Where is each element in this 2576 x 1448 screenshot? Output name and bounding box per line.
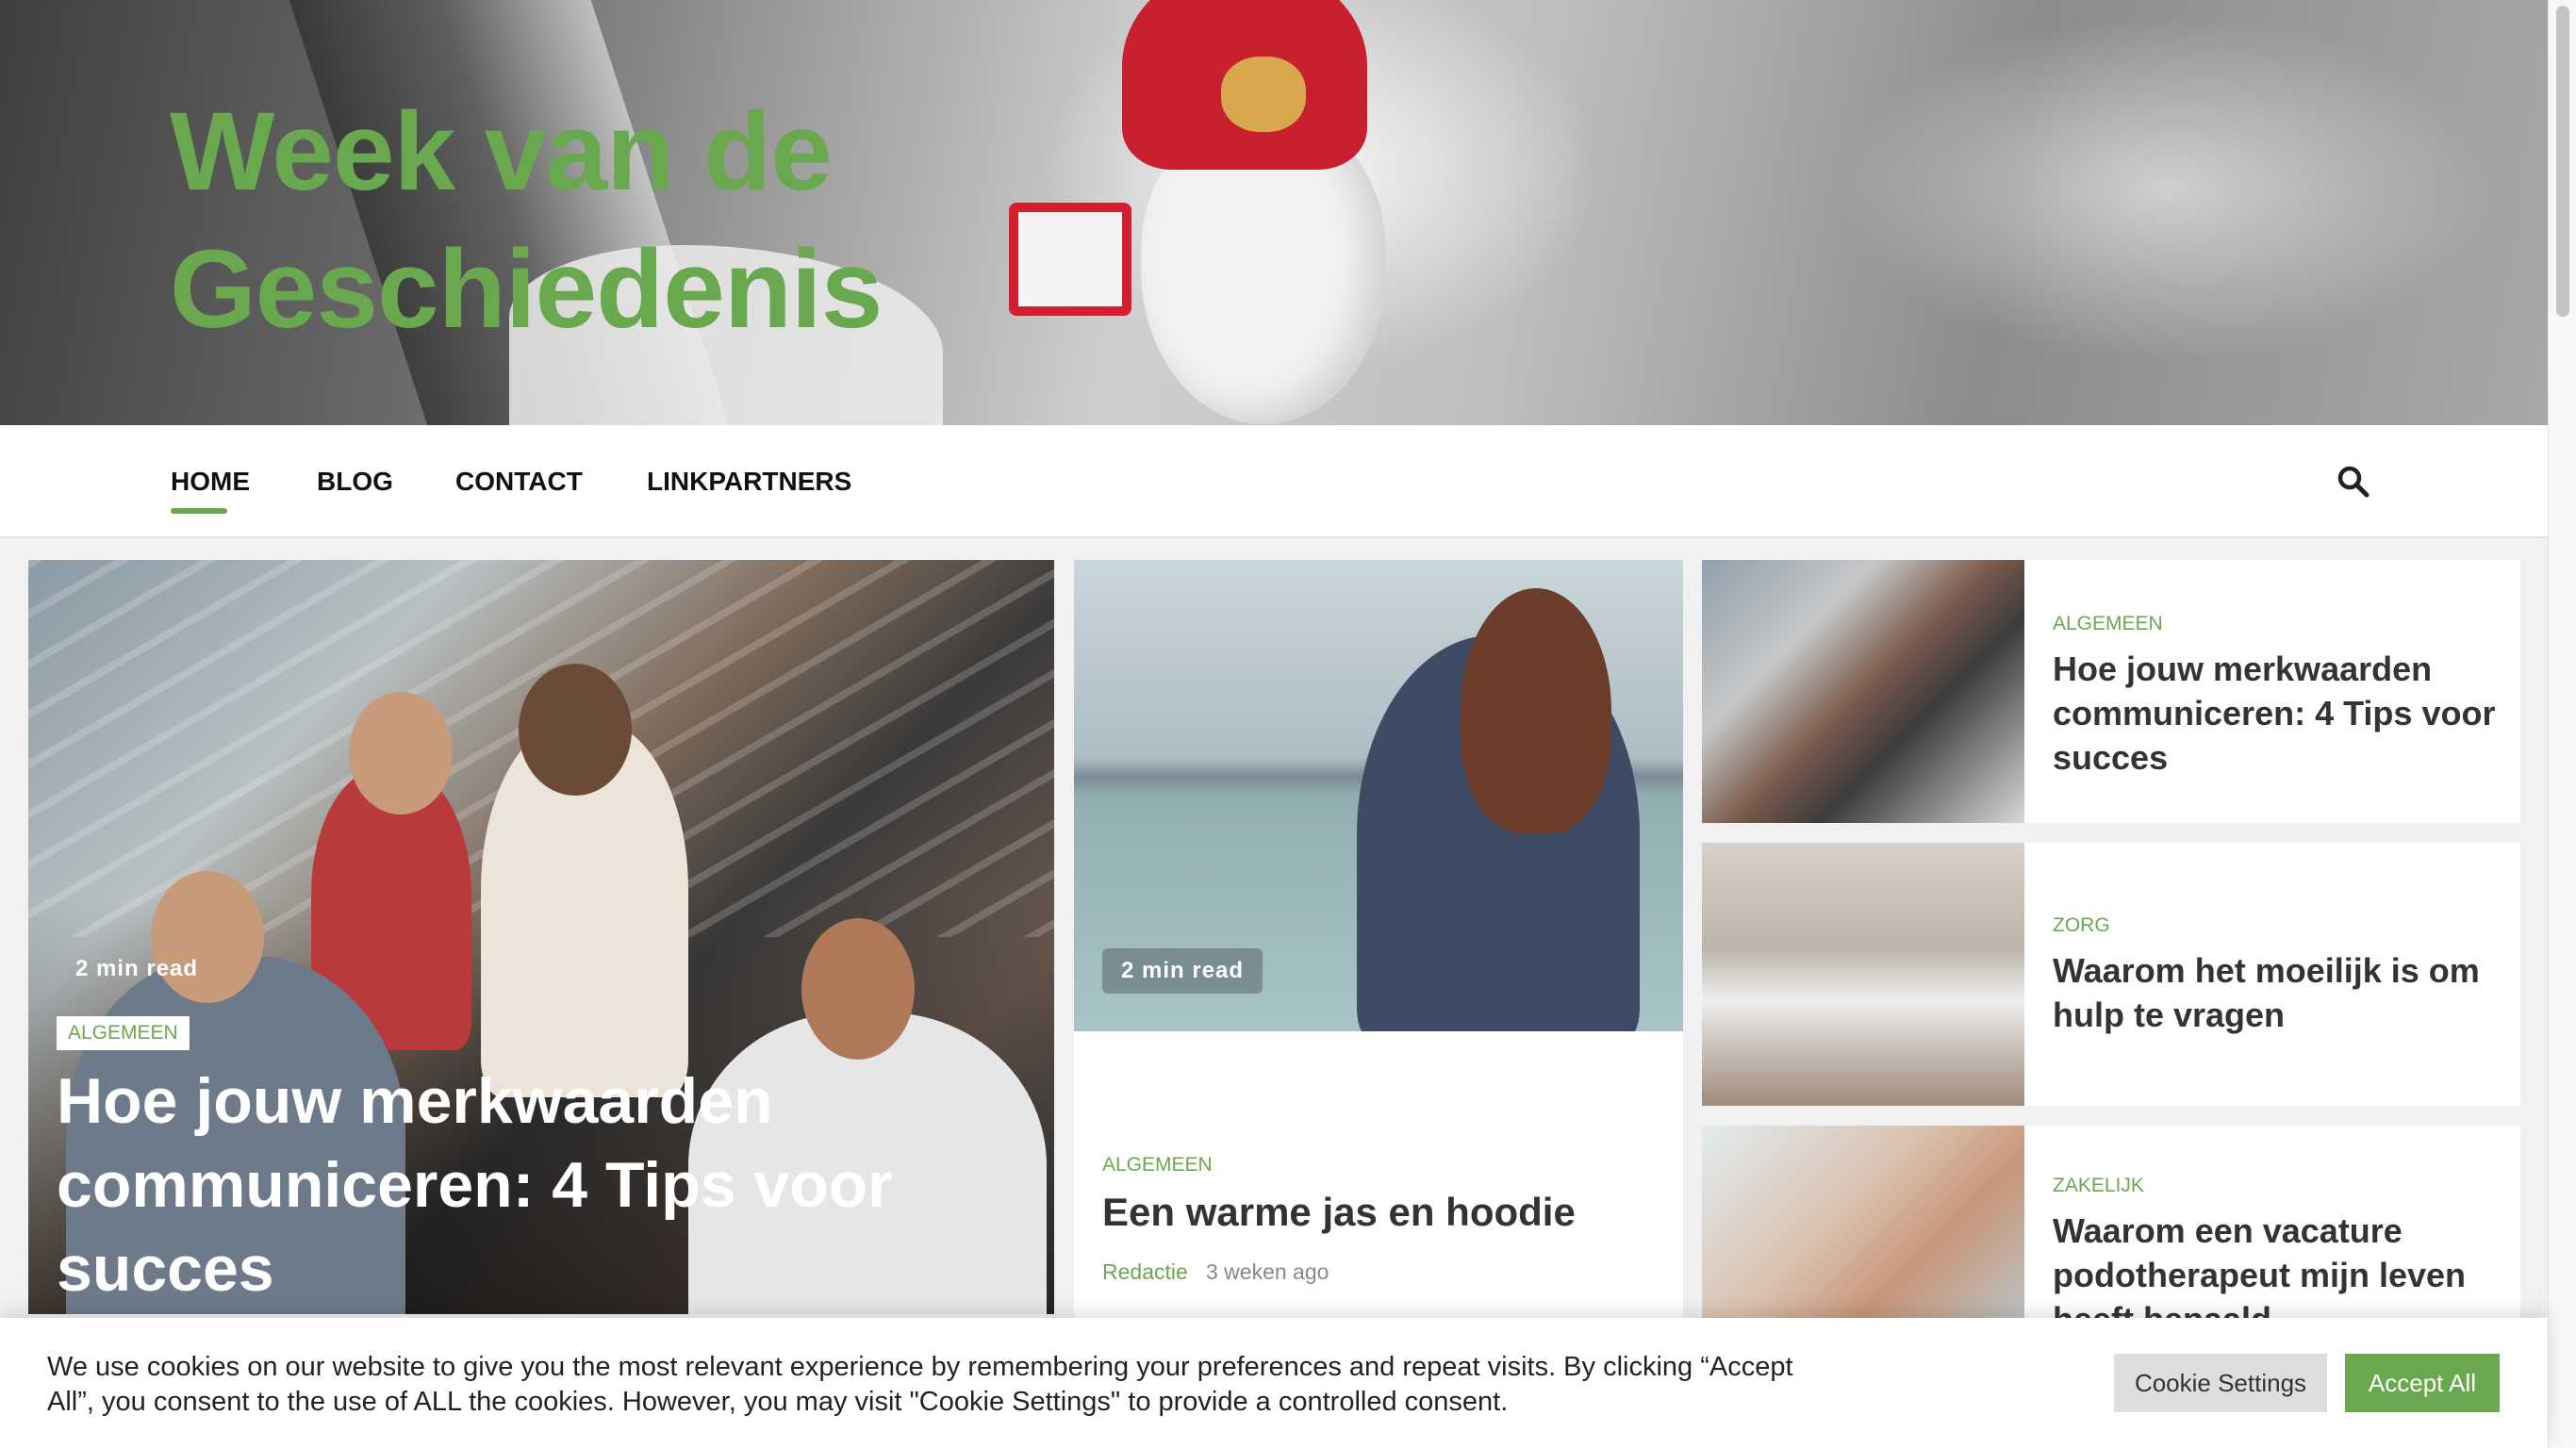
scrollbar[interactable]: [2548, 0, 2576, 1448]
featured-post-title[interactable]: Hoe jouw merkwaarden communiceren: 4 Tip…: [57, 1060, 999, 1311]
search-icon[interactable]: [2335, 463, 2372, 501]
feature-head: [349, 692, 453, 814]
post-thumbnail[interactable]: [1702, 560, 2024, 823]
cookie-text: We use cookies on our website to give yo…: [47, 1352, 1793, 1417]
feature-head: [519, 664, 632, 796]
post-author[interactable]: Redactie: [1102, 1259, 1188, 1285]
category-link[interactable]: ZAKELIJK: [2053, 1175, 2144, 1197]
post-title[interactable]: Een warme jas en hoodie: [1102, 1190, 1576, 1235]
category-link[interactable]: ALGEMEEN: [2053, 613, 2163, 635]
accept-all-button[interactable]: Accept All: [2345, 1354, 2500, 1412]
post-card[interactable]: 2 min read ALGEMEEN Een warme jas en hoo…: [1074, 560, 1683, 1333]
site-title[interactable]: Week van de Geschiedenis: [170, 83, 883, 358]
feature-head: [151, 871, 264, 1003]
list-item[interactable]: ZORG Waarom het moeilijk is om hulp te v…: [1702, 843, 2520, 1106]
read-time: 2 min read: [1102, 948, 1263, 994]
post-thumbnail[interactable]: [1702, 843, 2024, 1106]
post-title[interactable]: Waarom het moeilijk is om hulp te vragen: [2053, 948, 2496, 1037]
gift-box: [1009, 203, 1131, 316]
site-title-line2: Geschiedenis: [170, 227, 883, 352]
category-link[interactable]: ALGEMEEN: [1102, 1154, 1213, 1176]
post-image[interactable]: 2 min read: [1074, 560, 1683, 1031]
post-title[interactable]: Hoe jouw merkwaarden communiceren: 4 Tip…: [2053, 647, 2496, 780]
image-hair: [1461, 588, 1611, 833]
header-banner: Week van de Geschiedenis: [0, 0, 2548, 425]
cookie-banner: We use cookies on our website to give yo…: [0, 1318, 2548, 1448]
category-link[interactable]: ZORG: [2053, 914, 2110, 937]
scrollbar-thumb[interactable]: [2556, 6, 2569, 317]
site-title-line1: Week van de: [170, 90, 833, 214]
cookie-settings-button[interactable]: Cookie Settings: [2114, 1354, 2327, 1412]
nav-item-blog[interactable]: BLOG: [317, 467, 393, 497]
list-item[interactable]: ALGEMEEN Hoe jouw merkwaarden communicer…: [1702, 560, 2520, 823]
page: Week van de Geschiedenis HOME BLOG CONTA…: [0, 0, 2576, 1448]
nav-item-linkpartners[interactable]: LINKPARTNERS: [647, 467, 851, 497]
featured-post[interactable]: 2 min read ALGEMEEN Hoe jouw merkwaarden…: [28, 560, 1054, 1314]
feature-head: [801, 918, 915, 1060]
post-date: 3 weken ago: [1206, 1259, 1329, 1284]
category-badge[interactable]: ALGEMEEN: [57, 1016, 190, 1050]
nav-item-home[interactable]: HOME: [171, 467, 250, 514]
nav-item-contact[interactable]: CONTACT: [455, 467, 583, 497]
gnome-face: [1221, 57, 1306, 132]
main-nav: HOME BLOG CONTACT LINKPARTNERS: [0, 425, 2548, 538]
read-time: 2 min read: [75, 956, 199, 981]
